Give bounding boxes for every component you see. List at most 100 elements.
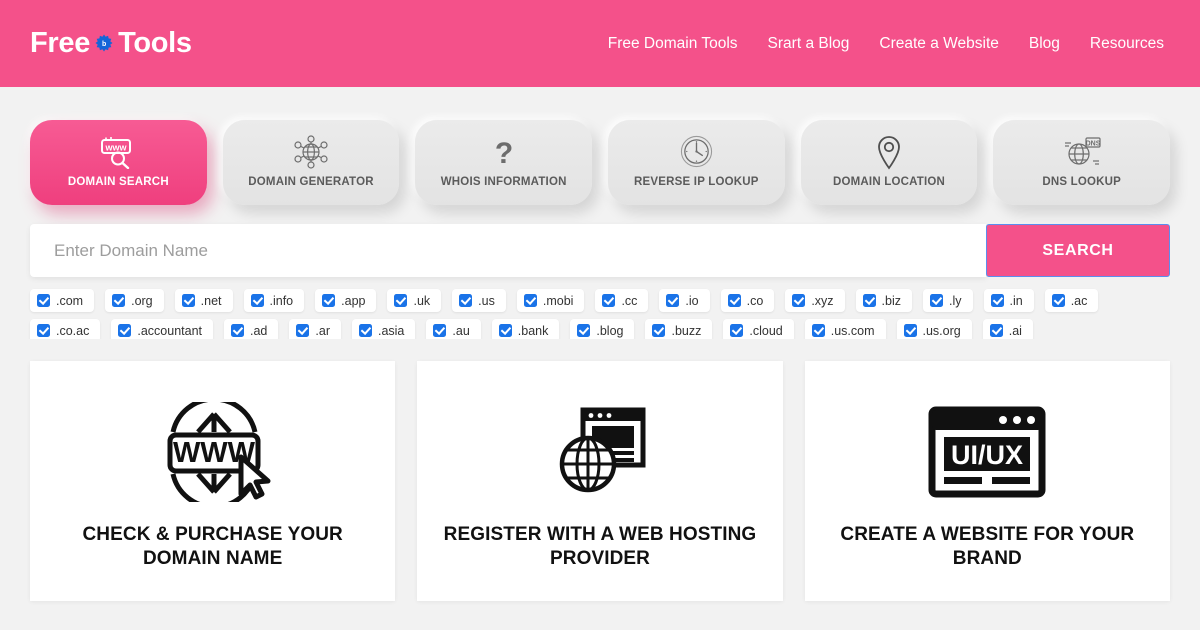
tld-label: .io	[685, 293, 699, 308]
card-register-web-hosting[interactable]: REGISTER WITH A WEB HOSTING PROVIDER	[417, 361, 783, 601]
checkbox-icon[interactable]	[602, 294, 616, 307]
tab-domain-search[interactable]: www DOMAIN SEARCH	[30, 120, 207, 205]
checkbox-icon[interactable]	[990, 294, 1004, 307]
checkbox-icon[interactable]	[394, 294, 408, 307]
tab-dns-lookup[interactable]: DNS DNS LOOKUP	[993, 120, 1171, 205]
tld-chip[interactable]: .us.com	[804, 319, 886, 339]
tld-chip[interactable]: .com	[30, 289, 95, 312]
tld-label: .co.ac	[56, 323, 90, 338]
checkbox-icon[interactable]	[1051, 294, 1065, 307]
tld-chip[interactable]: .ar	[289, 319, 341, 339]
tld-chip[interactable]: .cc	[595, 289, 649, 312]
tld-chip[interactable]: .au	[426, 319, 481, 339]
tld-chip[interactable]: .uk	[387, 289, 442, 312]
tld-label: .au	[452, 323, 470, 338]
tld-chip[interactable]: .bank	[491, 319, 560, 339]
checkbox-icon[interactable]	[231, 324, 244, 337]
tld-chip[interactable]: .asia	[351, 319, 416, 339]
tld-label: .info	[269, 293, 294, 308]
tld-chip[interactable]: .org	[105, 289, 164, 312]
tld-chip[interactable]: .ly	[923, 289, 973, 312]
tld-label: .mobi	[542, 293, 574, 308]
tld-filter-list: .com .org .net .info .app .uk .us .mobi .cc .io .c…	[0, 277, 1200, 339]
checkbox-icon[interactable]	[112, 294, 126, 307]
tld-chip[interactable]: .accountant	[111, 319, 213, 339]
checkbox-icon[interactable]	[37, 294, 50, 307]
checkbox-icon[interactable]	[989, 324, 1003, 337]
nav-link-resources[interactable]: Resources	[1090, 35, 1164, 53]
checkbox-icon[interactable]	[811, 324, 825, 337]
tld-chip[interactable]: .us	[452, 289, 506, 312]
checkbox-icon[interactable]	[730, 324, 744, 337]
checkbox-icon[interactable]	[930, 294, 943, 307]
checkbox-icon[interactable]	[498, 324, 512, 337]
tab-whois-information[interactable]: ? WHOIS INFORMATION	[415, 120, 593, 205]
logo[interactable]: Free b Tools	[30, 27, 192, 60]
tld-chip[interactable]: .app	[315, 289, 377, 312]
network-globe-icon	[293, 134, 329, 170]
checkbox-icon[interactable]	[792, 294, 806, 307]
checkbox-icon[interactable]	[433, 324, 447, 337]
checkbox-icon[interactable]	[862, 294, 876, 307]
tld-chip[interactable]: .ai	[982, 319, 1033, 339]
tld-chip[interactable]: .info	[243, 289, 305, 312]
card-create-website-brand[interactable]: UI/UX CREATE A WEBSITE FOR YOUR BRAND	[804, 361, 1170, 601]
checkbox-icon[interactable]	[577, 324, 591, 337]
checkbox-icon[interactable]	[250, 294, 264, 307]
checkbox-icon[interactable]	[903, 324, 917, 337]
tld-chip[interactable]: .xyz	[785, 289, 845, 312]
domain-search-form: SEARCH	[0, 205, 1200, 277]
site-header: Free b Tools Free Domain Tools Srart a B…	[0, 0, 1200, 87]
tld-chip[interactable]: .ac	[1044, 289, 1099, 312]
checkbox-icon[interactable]	[296, 324, 310, 337]
svg-text:b: b	[102, 41, 106, 48]
tld-label: .blog	[596, 323, 624, 338]
svg-text:UI/UX: UI/UX	[951, 440, 1023, 470]
search-input[interactable]	[30, 224, 986, 277]
nav-link-create-a-website[interactable]: Create a Website	[879, 35, 998, 53]
card-check-purchase-domain[interactable]: WWW CHECK & PURCHASE YOUR DOMAIN NAME	[30, 361, 396, 601]
tld-chip[interactable]: .blog	[570, 319, 635, 339]
globe-browser-icon	[550, 403, 650, 501]
tld-label: .app	[341, 293, 366, 308]
tld-label: .us	[478, 293, 495, 308]
checkbox-icon[interactable]	[358, 324, 372, 337]
tab-domain-location[interactable]: DOMAIN LOCATION	[800, 120, 978, 205]
tab-domain-generator[interactable]: DOMAIN GENERATOR	[222, 120, 400, 205]
www-globe-cursor-icon: WWW	[148, 402, 278, 502]
checkbox-icon[interactable]	[181, 294, 195, 307]
tld-label: .ly	[949, 293, 962, 308]
tld-chip[interactable]: .in	[983, 289, 1034, 312]
checkbox-icon[interactable]	[666, 294, 680, 307]
tld-label: .cloud	[749, 323, 783, 338]
tld-chip[interactable]: .ad	[224, 319, 279, 339]
tld-label: .in	[1009, 293, 1023, 308]
map-pin-icon	[876, 134, 902, 170]
tld-chip[interactable]: .mobi	[516, 289, 585, 312]
nav-link-start-a-blog[interactable]: Srart a Blog	[768, 35, 850, 53]
card-title: CREATE A WEBSITE FOR YOUR BRAND	[840, 524, 1135, 570]
tld-chip[interactable]: .cloud	[723, 319, 794, 339]
checkbox-icon[interactable]	[727, 294, 741, 307]
nav-link-free-domain-tools[interactable]: Free Domain Tools	[608, 35, 738, 53]
checkbox-icon[interactable]	[37, 324, 50, 337]
tld-chip[interactable]: .co	[720, 289, 775, 312]
tld-chip[interactable]: .io	[659, 289, 710, 312]
search-button[interactable]: SEARCH	[986, 224, 1170, 277]
tld-label: .us.com	[830, 323, 875, 338]
nav-link-blog[interactable]: Blog	[1029, 35, 1060, 53]
tld-chip[interactable]: .us.org	[896, 319, 972, 339]
tld-chip[interactable]: .biz	[855, 289, 912, 312]
www-search-icon: www	[98, 134, 138, 170]
feature-cards: WWW CHECK & PURCHASE YOUR DOMAIN NAME RE…	[0, 339, 1200, 601]
checkbox-icon[interactable]	[322, 294, 336, 307]
checkbox-icon[interactable]	[652, 324, 666, 337]
checkbox-icon[interactable]	[459, 294, 473, 307]
tab-reverse-ip-lookup[interactable]: REVERSE IP LOOKUP	[608, 120, 785, 205]
checkbox-icon[interactable]	[523, 294, 537, 307]
tld-chip[interactable]: .buzz	[645, 319, 713, 339]
card-title: CHECK & PURCHASE YOUR DOMAIN NAME	[82, 524, 343, 570]
tld-chip[interactable]: .net	[174, 289, 233, 312]
checkbox-icon[interactable]	[118, 324, 132, 337]
tld-chip[interactable]: .co.ac	[30, 319, 101, 339]
